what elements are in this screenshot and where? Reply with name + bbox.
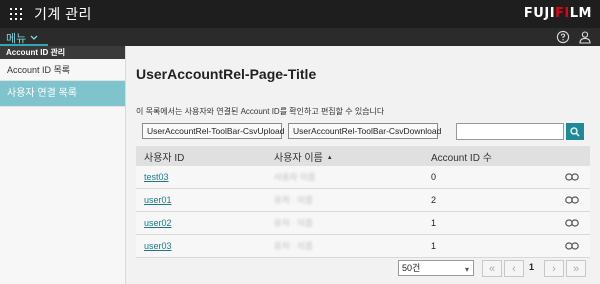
- col-header-account-count[interactable]: Account ID 수: [423, 149, 553, 164]
- user-name-cell: 유저 · 이름: [274, 195, 313, 205]
- page-description: 이 목록에서는 사용자와 연결된 Account ID를 확인하고 편집할 수 …: [136, 107, 385, 116]
- table-header: 사용자 ID 사용자 이름 ▲ Account ID 수: [136, 146, 590, 166]
- user-name-cell: 유저 · 이름: [274, 241, 313, 251]
- help-icon[interactable]: [556, 30, 570, 44]
- next-page-button[interactable]: ›: [544, 260, 564, 277]
- search-icon: [570, 126, 580, 136]
- menu-bar: 메뉴: [0, 28, 600, 46]
- csv-upload-button[interactable]: UserAccountRel-ToolBar-CsvUpload: [142, 123, 284, 139]
- account-count-cell: 1: [431, 218, 437, 228]
- table-row: test03 사용자 이름 0: [136, 166, 590, 189]
- main-content: UserAccountRel-Page-Title 이 목록에서는 사용자와 연…: [126, 46, 600, 284]
- sidebar: Account ID 관리 Account ID 목록 사용자 연결 목록: [0, 46, 126, 284]
- last-page-button[interactable]: »: [566, 260, 586, 277]
- sidebar-item-account-id-list[interactable]: Account ID 목록: [0, 59, 125, 81]
- account-count-cell: 0: [431, 172, 437, 182]
- account-count-cell: 2: [431, 195, 437, 205]
- link-icon[interactable]: [553, 242, 590, 250]
- chevron-right-icon: ›: [552, 262, 556, 275]
- chevron-down-icon: [30, 35, 38, 40]
- csv-download-button[interactable]: UserAccountRel-ToolBar-CsvDownload: [288, 123, 441, 139]
- user-id-link[interactable]: user01: [144, 195, 172, 205]
- chevron-left-icon: ‹: [512, 262, 516, 275]
- table-row: user01 유저 · 이름 2: [136, 189, 590, 212]
- prev-page-button[interactable]: ‹: [504, 260, 524, 277]
- brand-logo: FUJIFILM: [523, 6, 592, 21]
- link-icon[interactable]: [553, 173, 590, 181]
- user-account-table: 사용자 ID 사용자 이름 ▲ Account ID 수 test03 사용자 이…: [136, 146, 590, 258]
- user-name-cell: 유저 · 이름: [274, 218, 313, 228]
- sort-ascending-icon: ▲: [326, 154, 333, 161]
- user-id-link[interactable]: user02: [144, 218, 172, 228]
- table-row: user02 유저 · 이름 1: [136, 212, 590, 235]
- current-page-number: 1: [529, 262, 535, 272]
- search-input[interactable]: [456, 123, 564, 140]
- table-row: user03 유저 · 이름 1: [136, 235, 590, 258]
- user-id-link[interactable]: test03: [144, 172, 169, 182]
- double-chevron-left-icon: «: [488, 262, 496, 275]
- double-chevron-right-icon: »: [572, 262, 580, 275]
- sidebar-section-title: Account ID 관리: [0, 46, 125, 59]
- user-name-cell: 사용자 이름: [274, 172, 316, 182]
- page-size-value: 50건: [402, 263, 421, 273]
- app-launcher-icon[interactable]: [0, 0, 32, 28]
- link-icon[interactable]: [553, 196, 590, 204]
- first-page-button[interactable]: «: [482, 260, 502, 277]
- search-button[interactable]: [566, 123, 584, 140]
- chevron-down-icon: ▾: [464, 265, 469, 274]
- sidebar-item-user-link-list[interactable]: 사용자 연결 목록: [0, 81, 125, 107]
- user-id-link[interactable]: user03: [144, 241, 172, 251]
- account-count-cell: 1: [431, 241, 437, 251]
- top-bar: 기계 관리 FUJIFILM: [0, 0, 600, 28]
- user-account-icon[interactable]: [578, 30, 592, 44]
- link-icon[interactable]: [553, 219, 590, 227]
- col-header-user-id[interactable]: 사용자 ID: [136, 149, 266, 164]
- app-title: 기계 관리: [34, 6, 92, 22]
- page-size-select[interactable]: 50건 ▾: [398, 260, 474, 276]
- page-title: UserAccountRel-Page-Title: [136, 66, 317, 82]
- col-header-user-name[interactable]: 사용자 이름 ▲: [266, 149, 423, 164]
